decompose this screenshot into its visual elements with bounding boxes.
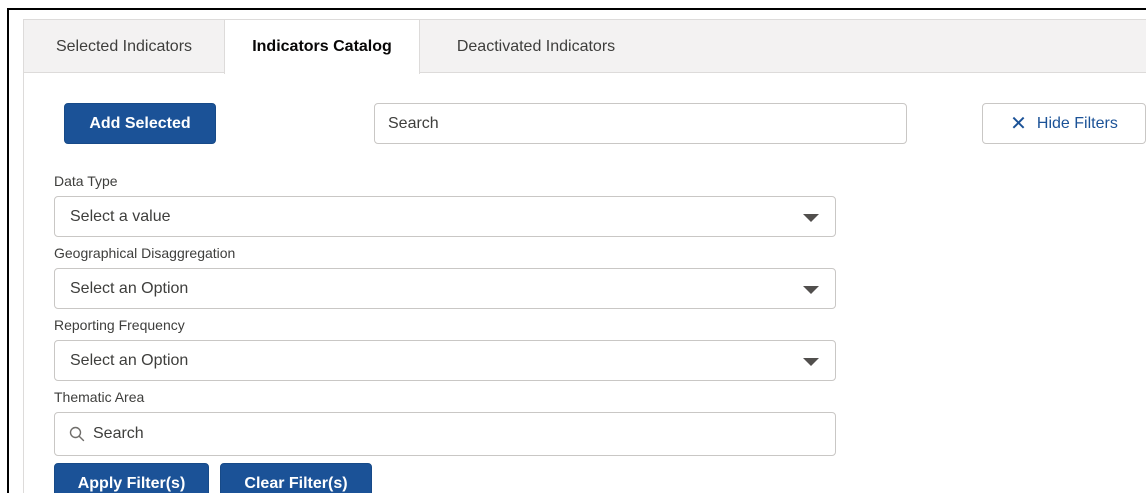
- data-type-value: Select a value: [70, 207, 171, 225]
- geographical-disaggregation-value: Select an Option: [70, 279, 189, 297]
- reporting-frequency-value: Select an Option: [70, 351, 189, 369]
- indicators-panel: Selected Indicators Indicators Catalog D…: [23, 19, 1146, 493]
- tab-label: Selected Indicators: [55, 37, 193, 55]
- chevron-down-icon: [803, 358, 819, 366]
- tab-selected-indicators[interactable]: Selected Indicators: [24, 20, 224, 73]
- chevron-down-icon: [803, 214, 819, 222]
- thematic-search-placeholder: Search: [93, 425, 144, 442]
- tab-bar: Selected Indicators Indicators Catalog D…: [24, 20, 1146, 74]
- tab-indicators-catalog[interactable]: Indicators Catalog: [224, 20, 420, 74]
- chevron-down-icon: [803, 286, 819, 294]
- apply-filters-button[interactable]: Apply Filter(s): [54, 463, 209, 493]
- clear-filters-button[interactable]: Clear Filter(s): [220, 463, 372, 493]
- search-placeholder: Search: [388, 114, 439, 132]
- thematic-area-label: Thematic Area: [54, 389, 145, 405]
- hide-filters-button[interactable]: ✕ Hide Filters: [982, 103, 1146, 144]
- reporting-frequency-select[interactable]: Select an Option: [54, 340, 836, 381]
- catalog-search-input[interactable]: Search: [374, 103, 907, 144]
- tab-label: Deactivated Indicators: [456, 37, 616, 55]
- geographical-disaggregation-select[interactable]: Select an Option: [54, 268, 836, 309]
- add-selected-button[interactable]: Add Selected: [64, 103, 216, 144]
- thematic-area-search-input[interactable]: Search: [54, 412, 836, 456]
- geographical-disaggregation-label: Geographical Disaggregation: [54, 245, 236, 261]
- tab-deactivated-indicators[interactable]: Deactivated Indicators: [420, 20, 652, 73]
- reporting-frequency-label: Reporting Frequency: [54, 317, 185, 333]
- search-icon: [69, 426, 85, 442]
- hide-filters-label: Hide Filters: [1036, 114, 1118, 132]
- data-type-select[interactable]: Select a value: [54, 196, 836, 237]
- tab-label: Indicators Catalog: [252, 38, 392, 55]
- close-icon: ✕: [1010, 112, 1027, 135]
- data-type-label: Data Type: [54, 173, 118, 189]
- window-frame: Selected Indicators Indicators Catalog D…: [7, 8, 1146, 493]
